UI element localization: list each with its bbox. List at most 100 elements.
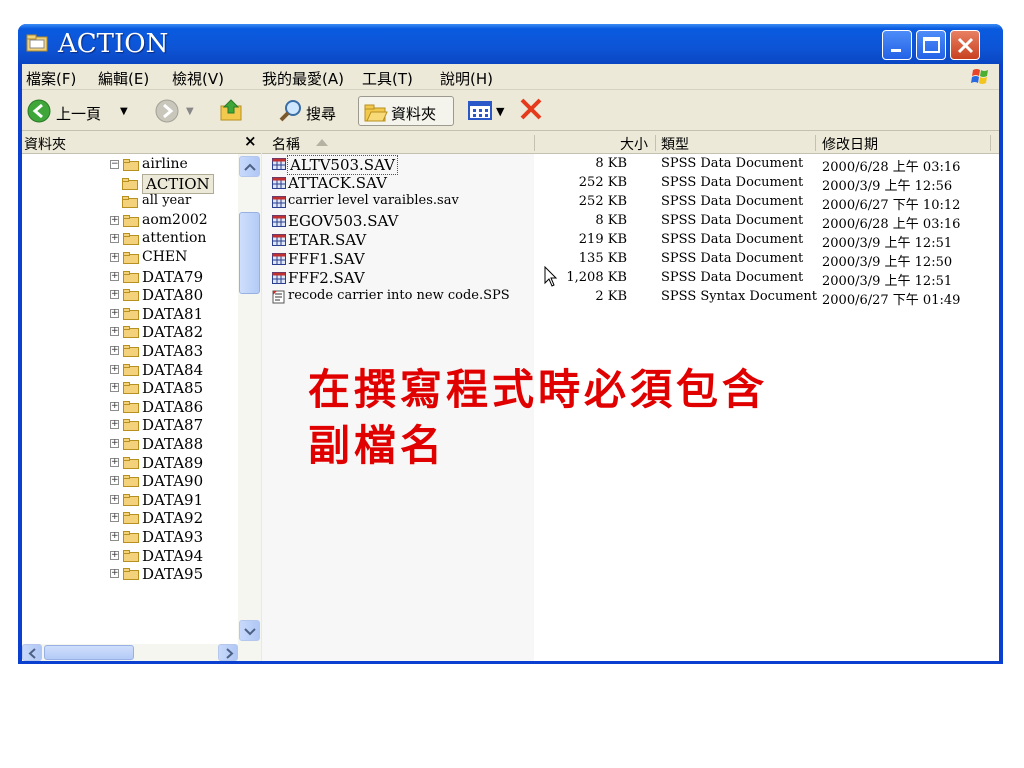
folder-icon	[123, 159, 139, 171]
file-size: 252 KB	[578, 194, 627, 209]
tree-vertical-scroll-thumb[interactable]	[239, 212, 260, 294]
tree-horizontal-scroll-thumb[interactable]	[44, 645, 134, 660]
tree-node-label: DATA88	[142, 435, 204, 453]
toolbar: 上一頁 ▼ ▼ 搜尋 資料夾 ▼	[22, 91, 999, 131]
folder-icon	[123, 307, 139, 320]
close-button[interactable]	[950, 30, 980, 60]
chevron-left-icon	[28, 648, 36, 659]
menu-edit[interactable]: 編輯(E)	[98, 68, 149, 89]
tree-node-label: DATA81	[142, 304, 204, 323]
delete-button[interactable]	[518, 96, 546, 126]
expand-icon[interactable]: +	[110, 513, 119, 523]
folder-icon	[123, 214, 139, 227]
file-row[interactable]: carrier level varaibles.sav 252 KB SPSS Da…	[262, 193, 999, 213]
scroll-left-button[interactable]	[22, 644, 42, 661]
menu-help[interactable]: 說明(H)	[440, 68, 493, 89]
tree-node-label: DATA95	[142, 565, 204, 584]
minimize-button[interactable]	[882, 30, 912, 60]
folder-icon	[123, 493, 139, 506]
title-bar[interactable]: ACTION	[18, 24, 1003, 64]
back-button[interactable]: 上一頁 ▼	[26, 96, 136, 126]
tree-node-label: DATA86	[142, 397, 204, 416]
tree-node-label: DATA94	[142, 546, 204, 565]
file-row[interactable]: FFF2.SAV 1,208 KB SPSS Data Document 2000/3…	[262, 269, 999, 289]
annotation-text: 在撰寫程式時必須包含 副檔名	[308, 362, 868, 474]
up-folder-icon	[220, 99, 242, 121]
folder-icon	[122, 177, 138, 190]
spss-data-icon	[272, 196, 286, 208]
expand-icon[interactable]: +	[110, 494, 119, 504]
expand-icon[interactable]: +	[110, 383, 119, 393]
column-header-name[interactable]: 名稱	[272, 134, 300, 154]
views-button[interactable]: ▼	[468, 96, 514, 126]
expand-icon[interactable]: +	[110, 308, 119, 318]
file-name: recode carrier into new code.SPS	[288, 288, 510, 303]
folder-icon	[123, 363, 139, 376]
expand-icon[interactable]: +	[110, 234, 119, 244]
maximize-icon	[923, 37, 940, 53]
menu-favorites[interactable]: 我的最愛(A)	[262, 68, 344, 89]
folders-icon	[364, 104, 388, 122]
tree-node-label: all year	[142, 193, 192, 209]
folder-icon	[123, 438, 139, 450]
expand-icon[interactable]: +	[110, 569, 119, 579]
expand-icon[interactable]: +	[110, 476, 119, 486]
expand-icon[interactable]: +	[110, 253, 119, 262]
folder-icon	[123, 252, 139, 264]
chevron-right-icon	[226, 648, 234, 659]
expand-icon[interactable]: +	[110, 271, 119, 281]
folders-button[interactable]: 資料夾	[358, 96, 454, 126]
tree-horizontal-scrollbar[interactable]	[22, 644, 261, 661]
search-button[interactable]: 搜尋	[278, 96, 346, 126]
folder-icon	[123, 475, 139, 488]
expand-icon[interactable]: +	[110, 401, 119, 411]
folder-icon	[123, 382, 139, 395]
tree-node-label: DATA92	[142, 509, 204, 528]
tree-node-label: DATA90	[142, 472, 204, 491]
scroll-up-button[interactable]	[239, 156, 260, 177]
up-folder-button[interactable]	[218, 96, 248, 126]
tree-node-label: DATA80	[142, 286, 204, 305]
expand-icon[interactable]: +	[110, 439, 119, 448]
file-row[interactable]: ETAR.SAV 219 KB SPSS Data Document 2000/3/9…	[262, 231, 999, 251]
file-row[interactable]: FFF1.SAV 135 KB SPSS Data Document 2000/3/9…	[262, 250, 999, 270]
menu-view[interactable]: 檢視(V)	[172, 68, 224, 89]
forward-dropdown-icon[interactable]: ▼	[186, 106, 194, 117]
file-type: SPSS Data Document	[661, 270, 804, 285]
spss-data-icon	[272, 253, 286, 265]
tree-node-label: attention	[142, 230, 207, 247]
expand-icon[interactable]: +	[110, 457, 119, 467]
expand-icon[interactable]: +	[110, 327, 119, 337]
expand-icon[interactable]: +	[110, 420, 119, 430]
scroll-down-button[interactable]	[239, 620, 260, 641]
close-pane-icon[interactable]: ×	[244, 132, 257, 150]
folder-icon	[123, 512, 139, 525]
column-header-modified[interactable]: 修改日期	[822, 134, 878, 154]
column-header-type[interactable]: 類型	[661, 134, 689, 154]
menu-file[interactable]: 檔案(F)	[26, 68, 76, 89]
expand-icon[interactable]: +	[110, 346, 119, 355]
folder-icon	[122, 196, 138, 209]
expand-icon[interactable]: +	[110, 215, 119, 225]
column-header-size[interactable]: 大小	[620, 134, 648, 154]
expand-icon[interactable]: +	[110, 364, 119, 374]
file-row[interactable]: recode carrier into new code.SPS 2 KB SPSS…	[262, 288, 999, 308]
expand-icon[interactable]: +	[110, 532, 119, 541]
expand-icon[interactable]: +	[110, 290, 119, 300]
scroll-right-button[interactable]	[218, 644, 238, 661]
tree-node-label: DATA89	[142, 453, 204, 472]
folder-icon	[123, 270, 139, 283]
expand-icon[interactable]: +	[110, 550, 119, 560]
file-row[interactable]: ATTACK.SAV 252 KB SPSS Data Document 2000/3…	[262, 174, 999, 194]
file-type: SPSS Data Document	[661, 232, 804, 247]
tree-node-label: DATA83	[142, 342, 204, 360]
maximize-button[interactable]	[916, 30, 946, 60]
file-name: FFF2.SAV	[288, 269, 365, 287]
forward-button[interactable]: ▼	[154, 96, 204, 126]
tree-vertical-scrollbar[interactable]	[238, 154, 261, 644]
menu-tools[interactable]: 工具(T)	[362, 68, 413, 89]
file-row[interactable]: EGOV503.SAV 8 KB SPSS Data Document 2000/6/…	[262, 212, 999, 232]
file-row[interactable]: ALTV503.SAV 8 KB SPSS Data Document 2000/6/…	[262, 155, 999, 175]
back-dropdown-icon[interactable]: ▼	[120, 106, 128, 117]
collapse-icon[interactable]: −	[110, 160, 119, 169]
